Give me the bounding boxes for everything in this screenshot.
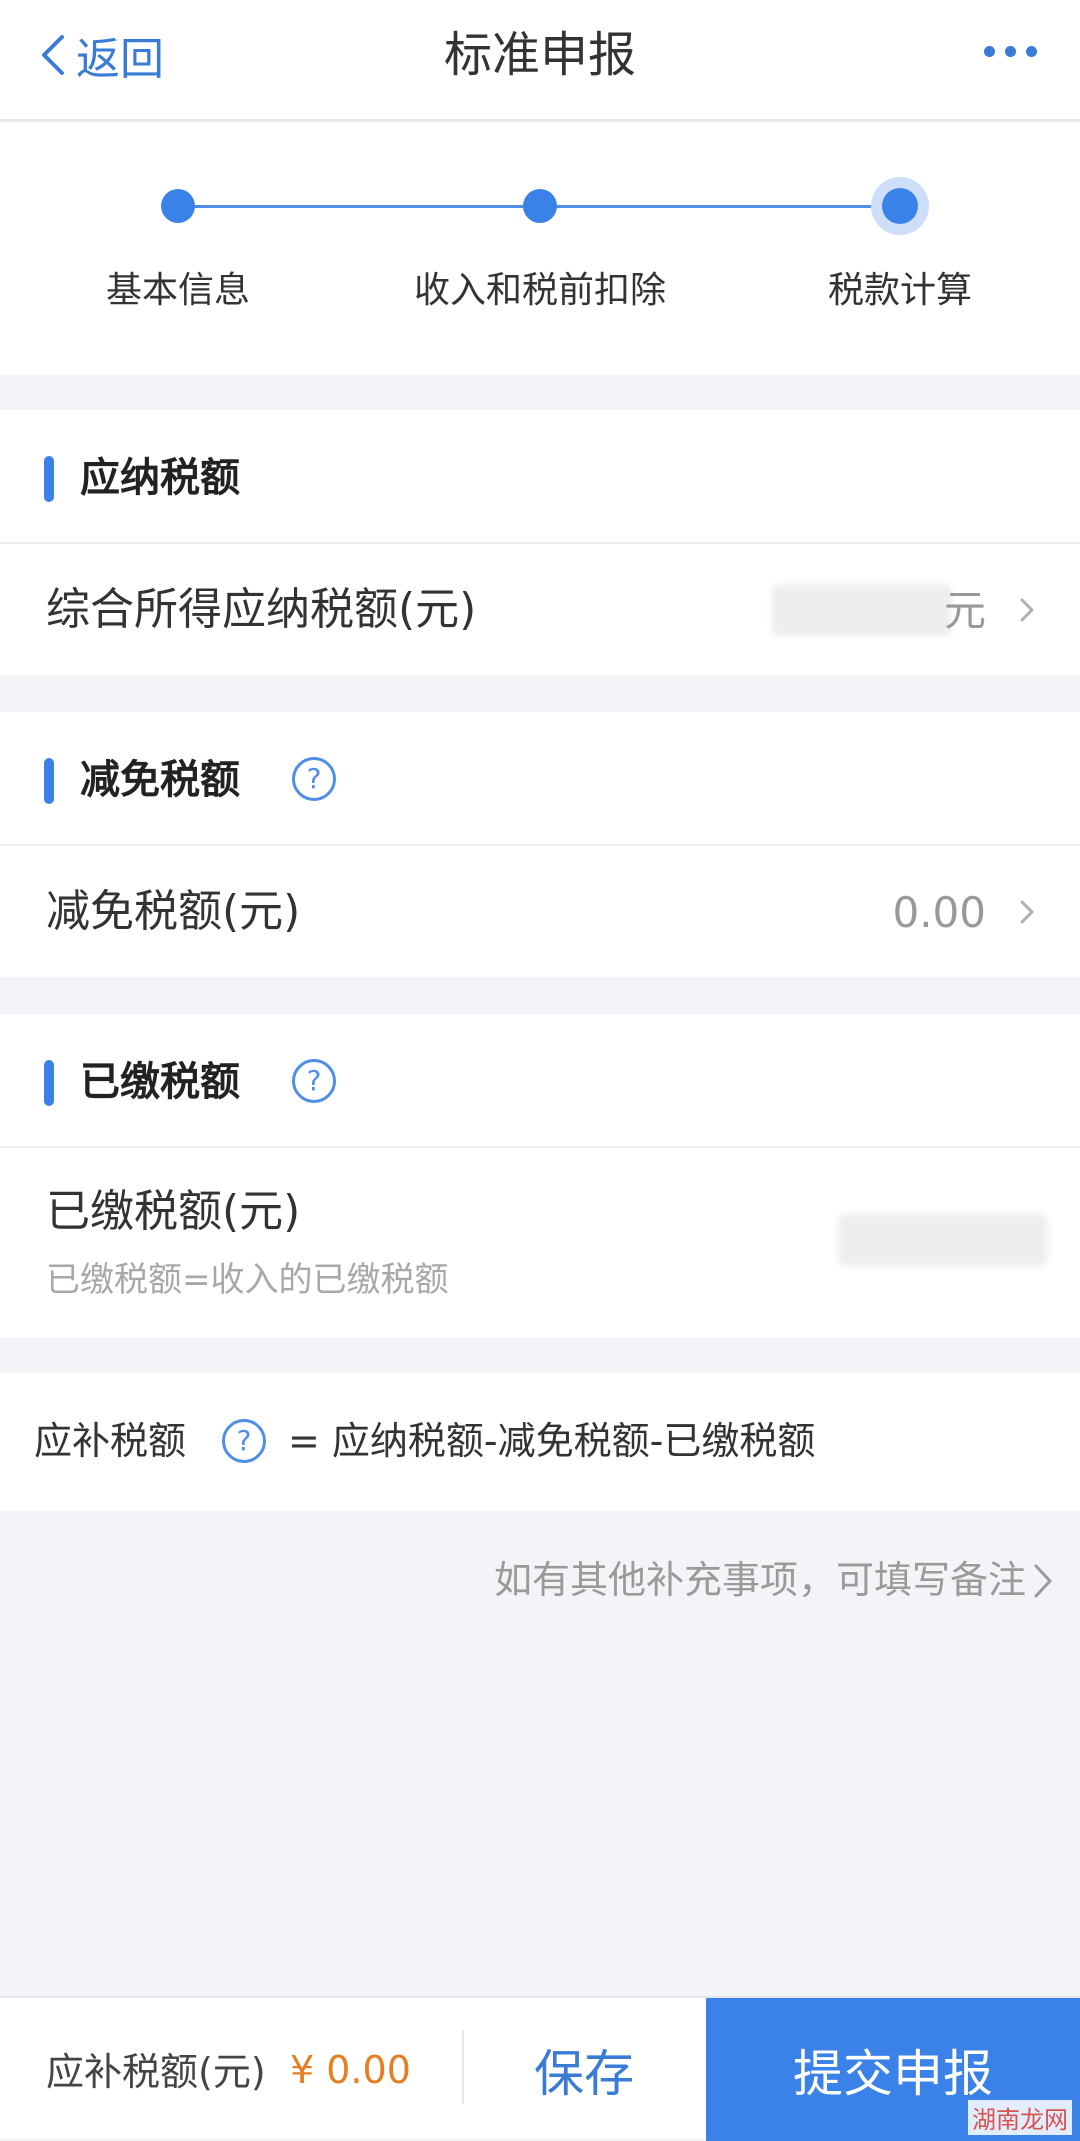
section-payable: 应纳税额 综合所得应纳税额(元) 元: [0, 410, 1080, 675]
step-connector: [178, 205, 540, 208]
section-header: 已缴税额 ?: [0, 1014, 1080, 1148]
redacted-value: [772, 584, 952, 636]
help-question-icon[interactable]: ?: [292, 757, 336, 801]
section-paid: 已缴税额 ? 已缴税额(元) 已缴税额=收入的已缴税额: [0, 1014, 1080, 1338]
total-label: 应补税额(元): [46, 2050, 266, 2094]
help-question-icon[interactable]: ?: [222, 1419, 266, 1463]
bottom-action-bar: 应补税额(元) ¥ 0.00 保存 提交申报 湖南龙网: [0, 1996, 1080, 2141]
row-unit: 元: [943, 586, 986, 635]
more-menu-button[interactable]: [984, 36, 1044, 66]
row-label: 已缴税额(元): [46, 1186, 301, 1237]
chevron-right-icon: [1020, 598, 1034, 622]
payable-row[interactable]: 综合所得应纳税额(元) 元: [0, 544, 1080, 675]
remark-link[interactable]: 如有其他补充事项，可填写备注: [494, 1552, 1026, 1608]
step-label-1: 基本信息: [105, 270, 250, 311]
row-hint: 已缴税额=收入的已缴税额: [46, 1260, 449, 1300]
nav-header: 返回 标准申报: [0, 0, 1080, 121]
step-label-3: 税款计算: [827, 270, 972, 311]
progress-stepper: 基本信息 收入和税前扣除 税款计算: [0, 123, 1080, 375]
section-accent-bar: [44, 456, 54, 502]
section-header: 减免税额 ?: [0, 712, 1080, 846]
row-label: 减免税额(元): [46, 886, 301, 937]
section-title: 已缴税额: [80, 1059, 240, 1105]
section-title: 减免税额: [80, 757, 240, 803]
save-button[interactable]: 保存: [464, 1998, 704, 2141]
more-dots-icon: [984, 45, 995, 57]
section-accent-bar: [44, 1060, 54, 1106]
watermark-text: 湖南龙网: [968, 2100, 1072, 2135]
redacted-value: [838, 1214, 1048, 1266]
total-amount: ¥ 0.00: [290, 2048, 411, 2092]
chevron-right-icon: [1020, 900, 1034, 924]
row-value: 0.00: [892, 888, 986, 937]
step-dot-3-active: [882, 188, 918, 224]
step-label-2: 收入和税前扣除: [413, 270, 666, 311]
formula-expression: = 应纳税额-减免税额-已缴税额: [288, 1419, 816, 1463]
section-reduction: 减免税额 ? 减免税额(元) 0.00: [0, 712, 1080, 977]
step-connector: [540, 205, 900, 208]
more-dot: [1005, 45, 1016, 57]
step-dot-1: [161, 189, 195, 223]
section-title: 应纳税额: [80, 455, 240, 501]
section-header: 应纳税额: [0, 410, 1080, 544]
page-title: 标准申报: [443, 27, 636, 83]
formula-row: 应补税额 ? = 应纳税额-减免税额-已缴税额: [0, 1373, 1080, 1511]
help-question-icon[interactable]: ?: [292, 1059, 336, 1103]
chevron-right-icon: [1034, 1564, 1052, 1598]
paid-row: 已缴税额(元) 已缴税额=收入的已缴税额: [0, 1148, 1080, 1336]
section-accent-bar: [44, 758, 54, 804]
reduction-row[interactable]: 减免税额(元) 0.00: [0, 846, 1080, 977]
row-label: 综合所得应纳税额(元): [46, 584, 477, 635]
more-dot: [1026, 45, 1037, 57]
step-dot-2: [523, 189, 557, 223]
formula-label: 应补税额: [34, 1419, 187, 1463]
